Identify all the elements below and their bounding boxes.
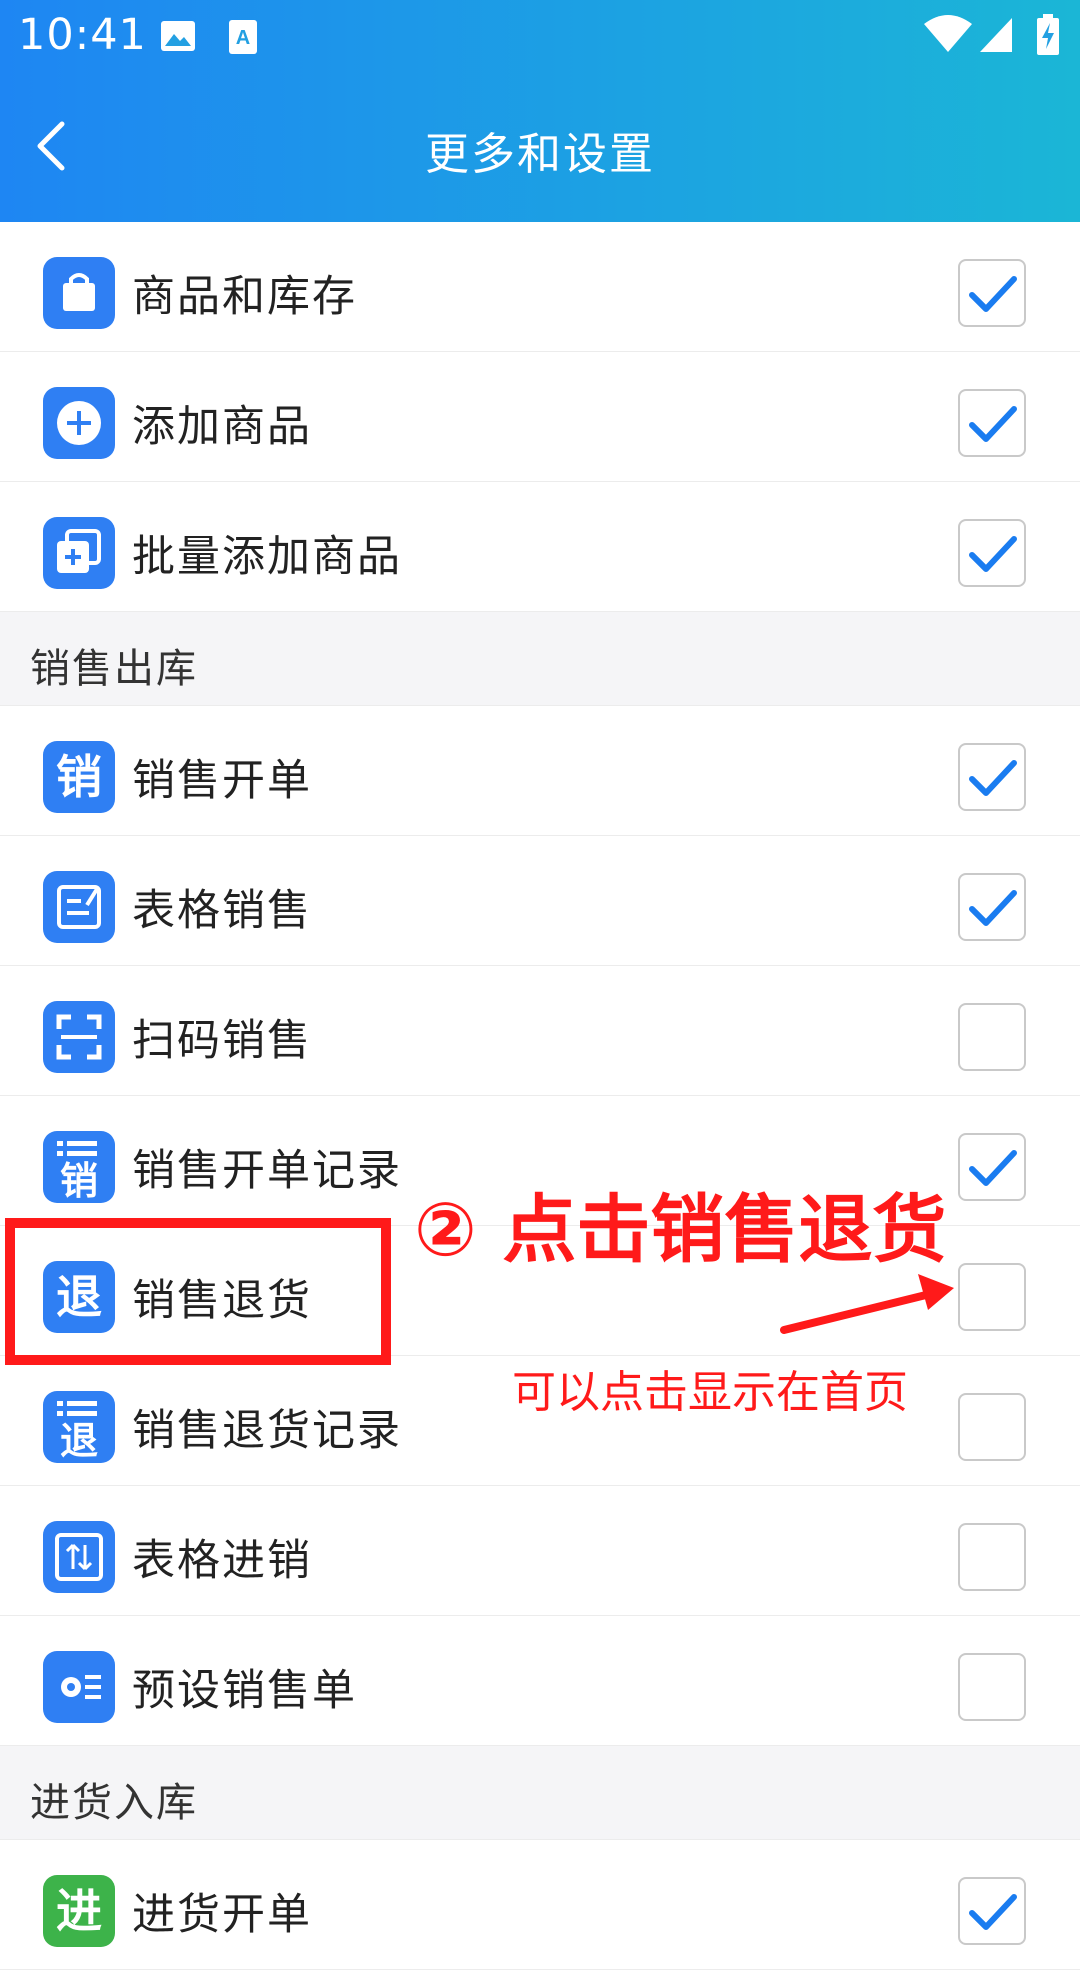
checkbox-unchecked[interactable] [958, 1653, 1026, 1721]
item-label: 扫码销售 [132, 1016, 312, 1066]
item-label: 销售开单 [132, 756, 312, 806]
list-item[interactable]: 表格进销 [0, 1486, 1080, 1616]
list-item[interactable]: 进进货开单 [0, 1840, 1080, 1970]
checkbox-checked[interactable] [958, 259, 1026, 327]
table-edit-icon [43, 871, 115, 943]
list-item[interactable]: 销销售开单 [0, 706, 1080, 836]
check-icon [969, 406, 1017, 442]
checkbox-unchecked[interactable] [958, 1263, 1026, 1331]
item-label: 表格进销 [132, 1536, 312, 1586]
check-icon [969, 1894, 1017, 1930]
section-header: 进货入库 [0, 1746, 1080, 1840]
icon-glyph: 进 [56, 1884, 102, 1938]
check-icon [969, 760, 1017, 796]
checkbox-checked[interactable] [958, 519, 1026, 587]
checkbox-checked[interactable] [958, 1877, 1026, 1945]
wifi-icon [924, 15, 972, 52]
item-label: 添加商品 [132, 402, 312, 452]
sales-record-icon: 销 [43, 1131, 115, 1203]
checkbox-checked[interactable] [958, 873, 1026, 941]
hint-annotation: 可以点击显示在首页 [512, 1367, 908, 1418]
item-label: 预设销售单 [132, 1666, 357, 1716]
checkbox-checked[interactable] [958, 1133, 1026, 1201]
section-title: 进货入库 [30, 1780, 198, 1826]
list-item[interactable]: 扫码销售 [0, 966, 1080, 1096]
list-item[interactable]: 批量添加商品 [0, 482, 1080, 612]
checkbox-unchecked[interactable] [958, 1523, 1026, 1591]
sales-order-icon: 销 [43, 741, 115, 813]
batch-add-icon [43, 517, 115, 589]
section-header: 销售出库 [0, 612, 1080, 706]
highlight-box [5, 1218, 391, 1365]
icon-glyph: 销 [56, 750, 102, 804]
bag-icon [43, 257, 115, 329]
item-label: 表格销售 [132, 886, 312, 936]
preset-settings-icon [43, 1651, 115, 1723]
section-title: 销售出库 [30, 646, 198, 692]
app-header: 10:41 A 更多和设置 [0, 0, 1080, 222]
plus-circle-icon [43, 387, 115, 459]
check-icon [969, 890, 1017, 926]
list-item[interactable]: 表格销售 [0, 836, 1080, 966]
item-label: 销售开单记录 [132, 1146, 402, 1196]
checkbox-unchecked[interactable] [958, 1003, 1026, 1071]
item-label: 销售退货记录 [132, 1406, 402, 1456]
step-annotation: ② 点击销售退货 [414, 1187, 947, 1273]
item-label: 商品和库存 [132, 272, 357, 322]
settings-list: 商品和库存 添加商品 批量添加商品 销售出库销销售开单 表格销售 扫码销售销销售开单记录退… [0, 222, 1080, 1970]
scan-icon [43, 1001, 115, 1073]
page-title: 更多和设置 [425, 129, 655, 180]
check-icon [969, 1150, 1017, 1186]
svg-text:A: A [236, 27, 250, 49]
icon-glyph: 退 [59, 1419, 98, 1463]
check-icon [969, 276, 1017, 312]
exchange-icon [43, 1521, 115, 1593]
list-item[interactable]: 预设销售单 [0, 1616, 1080, 1746]
purchase-order-icon: 进 [43, 1875, 115, 1947]
status-time: 10:41 [18, 10, 147, 60]
return-record-icon: 退 [43, 1391, 115, 1463]
checkbox-unchecked[interactable] [958, 1393, 1026, 1461]
icon-glyph: 销 [59, 1159, 98, 1203]
checkbox-checked[interactable] [958, 743, 1026, 811]
item-label: 批量添加商品 [132, 532, 402, 582]
check-icon [969, 536, 1017, 572]
item-label: 进货开单 [132, 1890, 312, 1940]
checkbox-checked[interactable] [958, 389, 1026, 457]
list-item[interactable]: 商品和库存 [0, 222, 1080, 352]
arrow-annotation [780, 1274, 954, 1334]
text-notification-icon: A [229, 20, 257, 54]
signal-icon [980, 18, 1012, 52]
image-notification-icon [161, 21, 195, 51]
battery-icon [1037, 14, 1059, 55]
list-item[interactable]: 添加商品 [0, 352, 1080, 482]
